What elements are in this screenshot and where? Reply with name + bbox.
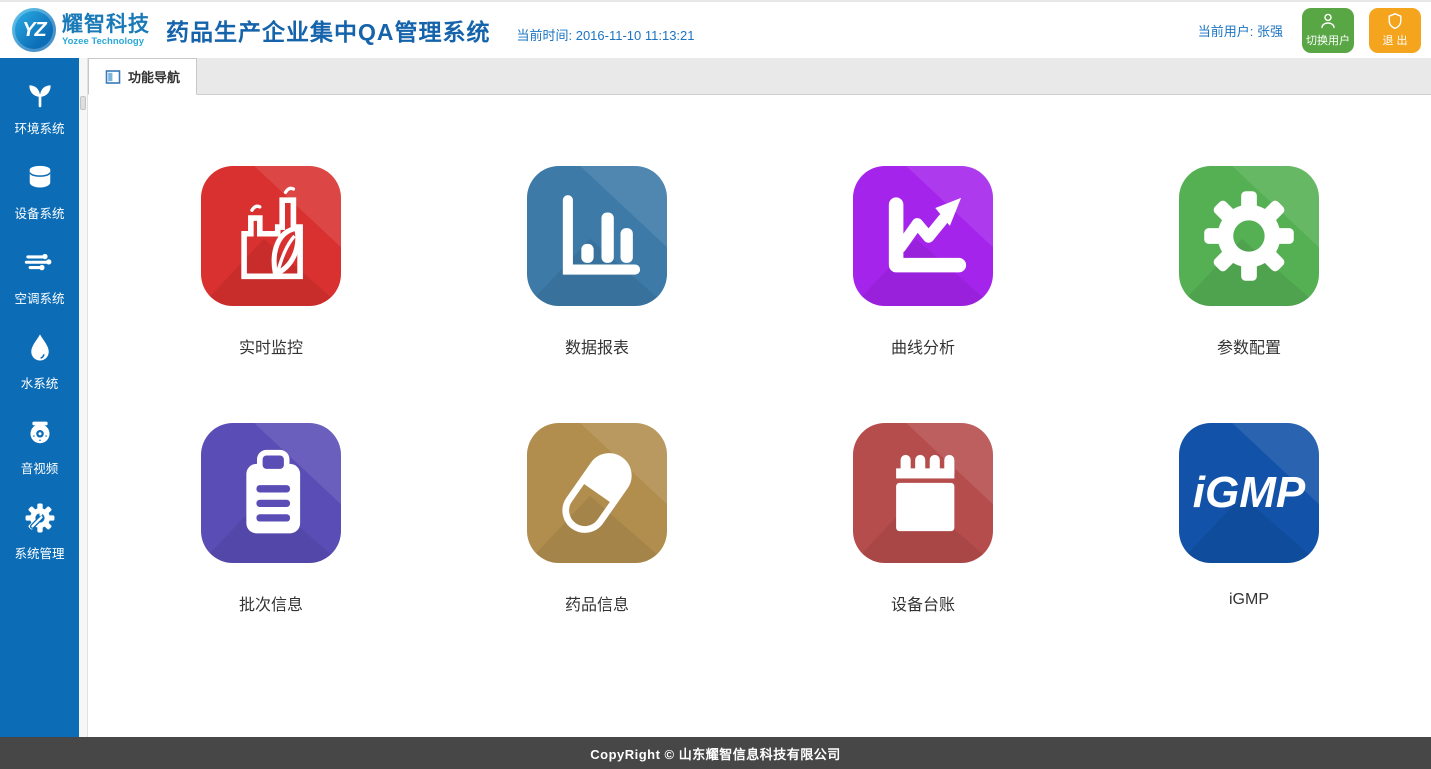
app-tile-realtime-monitoring[interactable] — [201, 166, 341, 306]
title-row: 药品生产企业集中QA管理系统 当前时间: 2016-11-10 11:13:21 — [150, 13, 695, 47]
gear-icon — [1193, 180, 1305, 292]
camera-icon — [21, 414, 59, 452]
app-cell: iGMP iGMP — [1086, 423, 1412, 615]
sidebar-item-label: 空调系统 — [14, 288, 64, 307]
app-label: 曲线分析 — [891, 334, 955, 358]
logo-monogram: YZ — [22, 19, 46, 42]
app-cell: 曲线分析 — [760, 166, 1086, 358]
brand-logo: YZ 耀智科技 Yozee Technology — [12, 8, 150, 52]
middle: 环境系统 设备系统 空调系统 — [0, 58, 1431, 737]
app-label: 批次信息 — [239, 591, 303, 615]
switch-user-label: 切换用户 — [1306, 32, 1350, 48]
app-label: 参数配置 — [1217, 334, 1281, 358]
sidebar-item-label: 设备系统 — [14, 203, 64, 222]
sidebar-item-label: 音视频 — [21, 458, 59, 477]
igmp-logo: iGMP — [1193, 468, 1305, 518]
brand-text: 耀智科技 Yozee Technology — [62, 14, 150, 47]
header: YZ 耀智科技 Yozee Technology 药品生产企业集中QA管理系统 … — [0, 0, 1431, 58]
sidebar-item-system-admin[interactable]: 系统管理 — [0, 499, 79, 584]
page: YZ 耀智科技 Yozee Technology 药品生产企业集中QA管理系统 … — [0, 0, 1431, 769]
bar-chart-icon — [541, 180, 653, 292]
capsule-icon — [541, 437, 653, 549]
tab-label: 功能导航 — [128, 67, 180, 86]
app-grid: 实时监控 数据报表 — [88, 95, 1431, 737]
water-drop-icon — [21, 329, 59, 367]
main: 功能导航 实时监控 — [88, 58, 1431, 737]
app-label: 设备台账 — [891, 591, 955, 615]
clipboard-icon — [215, 437, 327, 549]
copyright-text: CopyRight © 山东耀智信息科技有限公司 — [590, 744, 841, 763]
factory-leaf-icon — [215, 180, 327, 292]
app-cell: 数据报表 — [434, 166, 760, 358]
tab-function-nav[interactable]: 功能导航 — [88, 58, 197, 95]
panel-layout-icon — [105, 69, 121, 85]
footer: CopyRight © 山东耀智信息科技有限公司 — [0, 737, 1431, 769]
app-tile-equipment-ledger[interactable] — [853, 423, 993, 563]
current-time: 当前时间: 2016-11-10 11:13:21 — [517, 25, 695, 44]
app-tile-data-report[interactable] — [527, 166, 667, 306]
logo-monogram-icon: YZ — [12, 8, 56, 52]
sidebar-item-environment[interactable]: 环境系统 — [0, 74, 79, 159]
gear-wrench-icon — [21, 499, 59, 537]
app-tile-parameter-config[interactable] — [1179, 166, 1319, 306]
trend-arrow-icon — [867, 180, 979, 292]
app-cell: 实时监控 — [108, 166, 434, 358]
drum-icon — [21, 159, 59, 197]
brand-name-en: Yozee Technology — [62, 37, 150, 47]
app-cell: 批次信息 — [108, 423, 434, 615]
current-user: 当前用户: 张强 — [1198, 21, 1283, 40]
app-cell: 设备台账 — [760, 423, 1086, 615]
app-label: 药品信息 — [565, 591, 629, 615]
app-tile-igmp[interactable]: iGMP — [1179, 423, 1319, 563]
scrollbar-thumb[interactable] — [80, 96, 86, 110]
app-tile-drug-info[interactable] — [527, 423, 667, 563]
page-title: 药品生产企业集中QA管理系统 — [166, 13, 491, 47]
logout-label: 退 出 — [1382, 32, 1407, 48]
tab-bar: 功能导航 — [88, 58, 1431, 95]
sidebar-item-label: 系统管理 — [14, 543, 64, 562]
seedling-icon — [21, 74, 59, 112]
brand-name-cn: 耀智科技 — [62, 14, 150, 35]
sidebar-item-hvac[interactable]: 空调系统 — [0, 244, 79, 329]
person-icon — [1318, 11, 1338, 31]
sidebar: 环境系统 设备系统 空调系统 — [0, 58, 79, 737]
app-tile-batch-info[interactable] — [201, 423, 341, 563]
app-label: 实时监控 — [239, 334, 303, 358]
sidebar-item-audio-video[interactable]: 音视频 — [0, 414, 79, 499]
sidebar-item-equipment[interactable]: 设备系统 — [0, 159, 79, 244]
sidebar-item-label: 水系统 — [21, 373, 59, 392]
app-label: 数据报表 — [565, 334, 629, 358]
sidebar-item-water[interactable]: 水系统 — [0, 329, 79, 414]
header-right: 当前用户: 张强 切换用户 退 出 — [1198, 8, 1421, 53]
app-cell: 药品信息 — [434, 423, 760, 615]
shield-icon — [1385, 11, 1405, 31]
app-cell: 参数配置 — [1086, 166, 1412, 358]
app-tile-curve-analysis[interactable] — [853, 166, 993, 306]
calendar-icon — [867, 437, 979, 549]
app-label: iGMP — [1229, 591, 1269, 609]
switch-user-button[interactable]: 切换用户 — [1302, 8, 1354, 53]
wind-icon — [21, 244, 59, 282]
scrollbar-track[interactable] — [79, 58, 88, 737]
sidebar-item-label: 环境系统 — [14, 118, 64, 137]
logout-button[interactable]: 退 出 — [1369, 8, 1421, 53]
